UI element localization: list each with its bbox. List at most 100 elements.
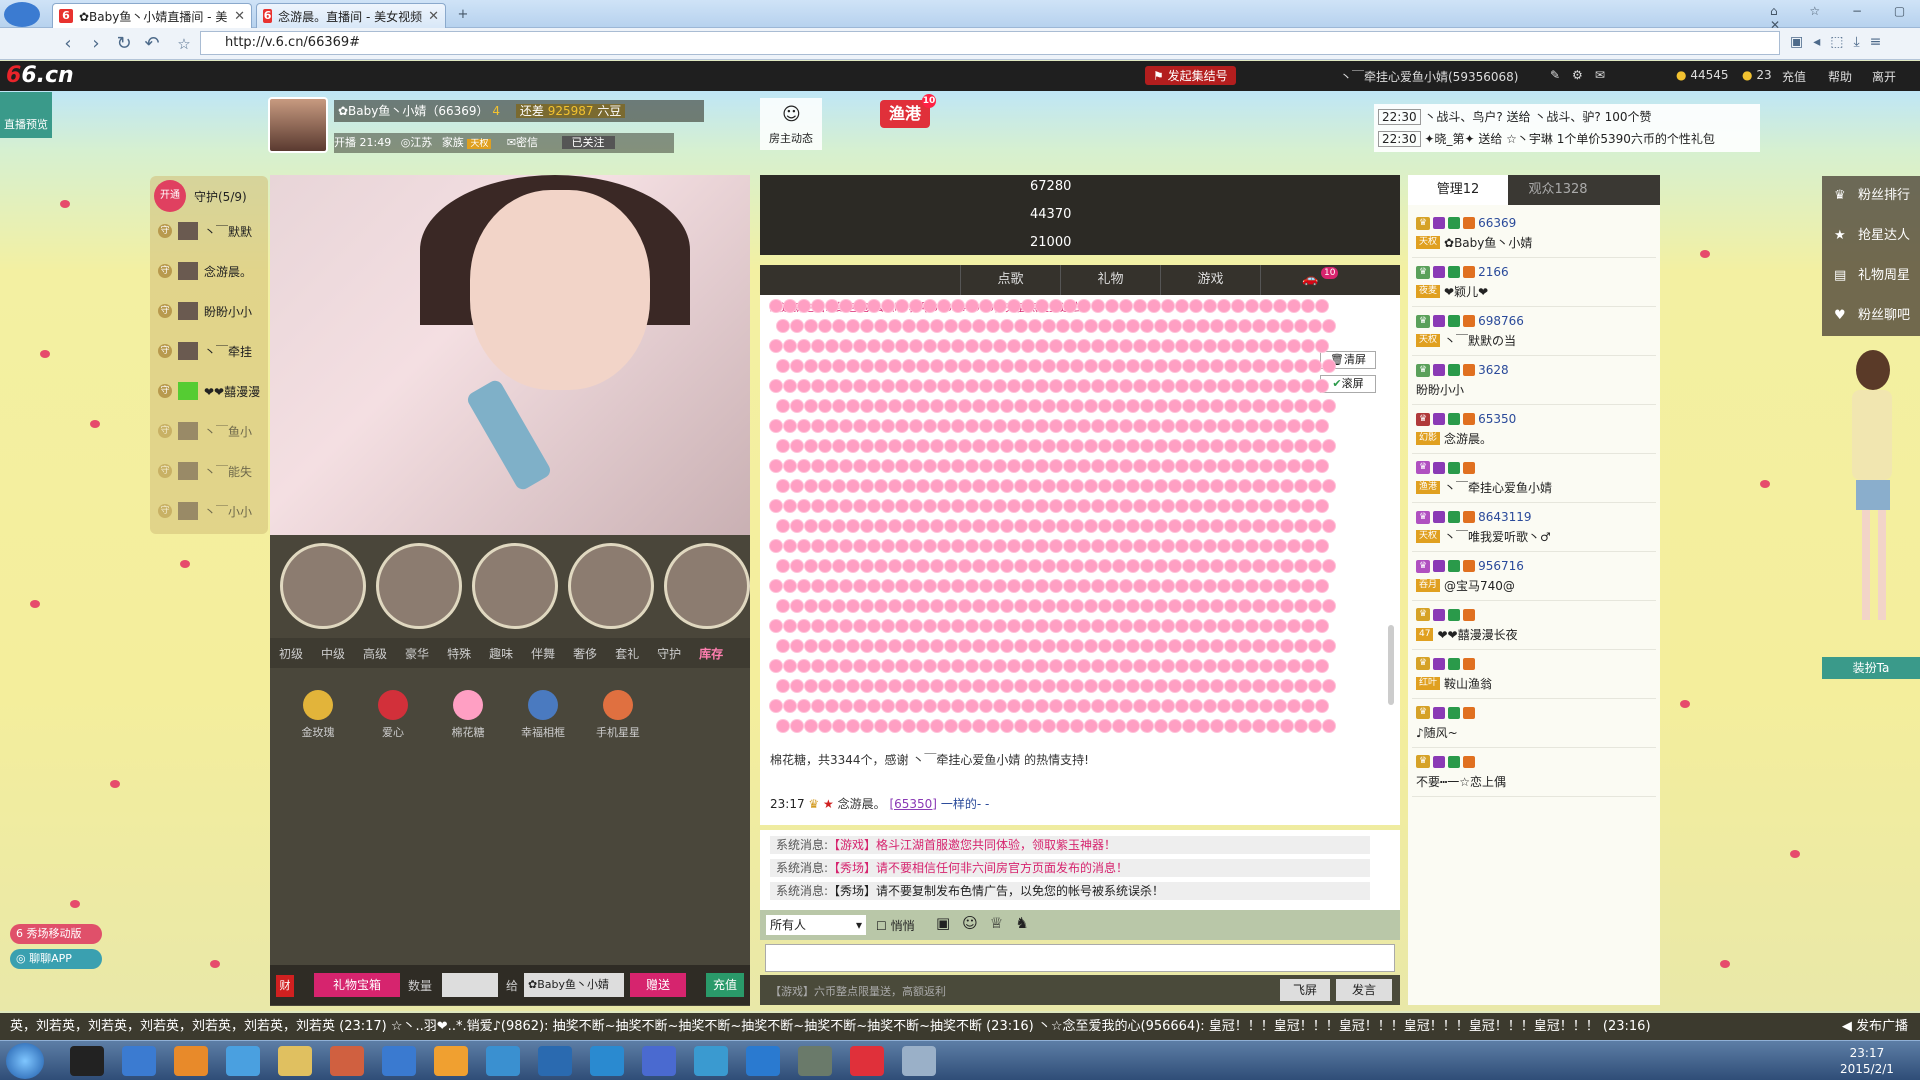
messenger-icon[interactable] xyxy=(486,1046,520,1076)
browser-icon[interactable] xyxy=(122,1046,156,1076)
folder-icon[interactable] xyxy=(278,1046,312,1076)
guard-item[interactable]: 守丶￣牵挂 xyxy=(150,338,268,364)
user-row[interactable]: ♛ 47 ❤❤囍漫漫长夜 xyxy=(1412,604,1656,650)
give-button[interactable]: 赠送 xyxy=(630,973,686,997)
guard-item[interactable]: 守 ❤❤囍漫漫 xyxy=(150,378,268,404)
mobile-show-button[interactable]: 6 秀场移动版 xyxy=(10,924,102,944)
user-row[interactable]: ♛ 66369 天权 ✿Baby鱼丶小婧 xyxy=(1412,212,1656,258)
site-logo[interactable]: 66.cn xyxy=(6,63,74,88)
tab-admins[interactable]: 管理12 xyxy=(1408,175,1508,205)
user-row[interactable]: ♛ 956716 吞月 @宝马740@ xyxy=(1412,555,1656,601)
seat-avatar[interactable] xyxy=(472,543,558,629)
rally-button[interactable]: ⚑ 发起集结号 xyxy=(1145,66,1236,85)
wealth-button[interactable]: 财 xyxy=(276,975,294,997)
guard-item[interactable]: 守丶￣小小 xyxy=(150,498,268,524)
whisper-checkbox[interactable]: ☐ 悄悄 xyxy=(876,917,915,934)
gift-box-button[interactable]: 礼物宝箱 xyxy=(314,973,400,997)
chat-user[interactable]: 念游晨。 xyxy=(838,797,886,811)
fans-chat-button[interactable]: ♥ 粉丝聊吧 xyxy=(1822,296,1920,336)
live-preview-button[interactable]: 直播预览 xyxy=(0,92,52,138)
media-icon[interactable] xyxy=(330,1046,364,1076)
guard-item[interactable]: 守丶￣鱼小 xyxy=(150,418,268,444)
gift-item[interactable]: 幸福相框 xyxy=(513,690,573,740)
gift-tab[interactable]: 高级 xyxy=(354,645,396,662)
favorite-star-icon[interactable]: ☆ xyxy=(172,32,196,56)
user-row[interactable]: ♛ 698766 天权 丶￣默默の当 xyxy=(1412,310,1656,356)
tab-second-room[interactable]: 6 念游晨。直播间 - 美女视频 ✕ xyxy=(256,3,446,28)
browser-logo-icon[interactable] xyxy=(4,2,40,27)
tab-gift[interactable]: 礼物 xyxy=(1060,265,1160,295)
start-button-icon[interactable] xyxy=(6,1043,44,1079)
baidu-icon[interactable] xyxy=(590,1046,624,1076)
close-icon[interactable]: ✕ xyxy=(422,9,439,24)
store-icon[interactable] xyxy=(382,1046,416,1076)
gift-item[interactable]: 金玫瑰 xyxy=(288,690,348,740)
recipient-select[interactable]: ✿Baby鱼丶小婧 xyxy=(524,973,624,997)
user-row[interactable]: ♛ 3628 盼盼小小 xyxy=(1412,359,1656,405)
gift-tab[interactable]: 奢侈 xyxy=(564,645,606,662)
follow-button[interactable]: 已关注 xyxy=(561,136,615,149)
undo-icon[interactable]: ↶ xyxy=(140,32,164,56)
gift-weekly-star-button[interactable]: ▤ 礼物周星 xyxy=(1822,256,1920,296)
chat-scrollbar[interactable] xyxy=(1388,625,1394,705)
user-row[interactable]: ♛ ♪随风~ xyxy=(1412,702,1656,748)
guard-item[interactable]: 守念游晨。 xyxy=(150,258,268,284)
tab-anchor-room[interactable]: 6 ✿Baby鱼丶小婧直播间 - 美 ✕ xyxy=(52,3,252,28)
tab-viewers[interactable]: 观众1328 xyxy=(1508,175,1608,205)
url-input[interactable]: http://v.6.cn/66369# xyxy=(200,31,1780,55)
seat-avatar[interactable] xyxy=(568,543,654,629)
chat-target-select[interactable]: 所有人 ▾ xyxy=(766,915,866,935)
app-icon[interactable] xyxy=(174,1046,208,1076)
gift-item[interactable]: 手机星星 xyxy=(588,690,648,740)
exit-link[interactable]: 离开 xyxy=(1872,68,1896,85)
gift-tab[interactable]: 豪华 xyxy=(396,645,438,662)
guard-item[interactable]: 守丶￣能失 xyxy=(150,458,268,484)
open-guard-button[interactable]: 开通 xyxy=(154,180,186,212)
fans-rank-button[interactable]: ♛ 粉丝排行 xyxy=(1822,176,1920,216)
calculator-icon[interactable] xyxy=(902,1046,936,1076)
paint-icon[interactable] xyxy=(434,1046,468,1076)
network-icon[interactable] xyxy=(694,1046,728,1076)
tab-game[interactable]: 游戏 xyxy=(1160,265,1260,295)
gift-tab[interactable]: 套礼 xyxy=(606,645,648,662)
player-icon[interactable] xyxy=(642,1046,676,1076)
publish-broadcast-button[interactable]: ◀ 发布广播 xyxy=(1829,1013,1920,1040)
dressup-character[interactable] xyxy=(1836,350,1908,650)
user-tools-icons[interactable]: ✎⚙✉ xyxy=(1550,68,1617,82)
user-row[interactable]: ♛ 8643119 天权 丶￣唯我爱听歌丶♂ xyxy=(1412,506,1656,552)
chat-tool-icons[interactable]: ▣☺♕♞ xyxy=(936,914,1041,932)
recharge-link[interactable]: 充值 xyxy=(1782,68,1806,85)
dressup-button[interactable]: 装扮Ta xyxy=(1822,657,1920,679)
user-row[interactable]: ♛ 红叶 鞍山渔翁 xyxy=(1412,653,1656,699)
send-message-button[interactable]: 发言 xyxy=(1336,979,1392,1001)
refresh-icon[interactable]: ↻ xyxy=(112,32,136,56)
gift-tab[interactable]: 库存 xyxy=(690,645,732,662)
gift-tab[interactable]: 中级 xyxy=(312,645,354,662)
back-icon[interactable]: ‹ xyxy=(56,32,80,56)
guard-item[interactable]: 守丶￣默默 xyxy=(150,218,268,244)
gift-tab[interactable]: 特殊 xyxy=(438,645,480,662)
scroll-toggle[interactable]: ✔滚屏 xyxy=(1320,375,1376,393)
user-row[interactable]: ♛ 2166 夜麦 ❤颖儿❤ xyxy=(1412,261,1656,307)
guard-item[interactable]: 守盼盼小小 xyxy=(150,298,268,324)
edge-icon[interactable] xyxy=(746,1046,780,1076)
forward-icon[interactable]: › xyxy=(84,32,108,56)
secret-message-button[interactable]: ✉密信 xyxy=(507,136,538,149)
seat-avatar[interactable] xyxy=(376,543,462,629)
seat-avatar[interactable] xyxy=(280,543,366,629)
gift-tab[interactable]: 伴舞 xyxy=(522,645,564,662)
clock[interactable]: 23:17 2015/2/1 xyxy=(1840,1045,1894,1077)
seat-avatar[interactable] xyxy=(664,543,750,629)
gift-item[interactable]: 棉花糖 xyxy=(438,690,498,740)
tab-song[interactable]: 点歌 xyxy=(960,265,1060,295)
chat-input[interactable] xyxy=(765,944,1395,972)
user-row[interactable]: ♛ 不要┅一☆恋上偶 xyxy=(1412,751,1656,797)
gift-tab[interactable]: 初级 xyxy=(270,645,312,662)
gift-item[interactable]: 爱心 xyxy=(363,690,423,740)
help-link[interactable]: 帮助 xyxy=(1828,68,1852,85)
video-app-icon[interactable] xyxy=(798,1046,832,1076)
star-grab-button[interactable]: ★ 抢星达人 xyxy=(1822,216,1920,256)
anchor-name[interactable]: ✿Baby鱼丶小婧（66369） xyxy=(338,104,489,118)
game-tip[interactable]: 【游戏】六币整点限量送，高额返利 xyxy=(770,983,946,999)
user-row[interactable]: ♛ 渔港 丶￣牵挂心爱鱼小婧 xyxy=(1412,457,1656,503)
